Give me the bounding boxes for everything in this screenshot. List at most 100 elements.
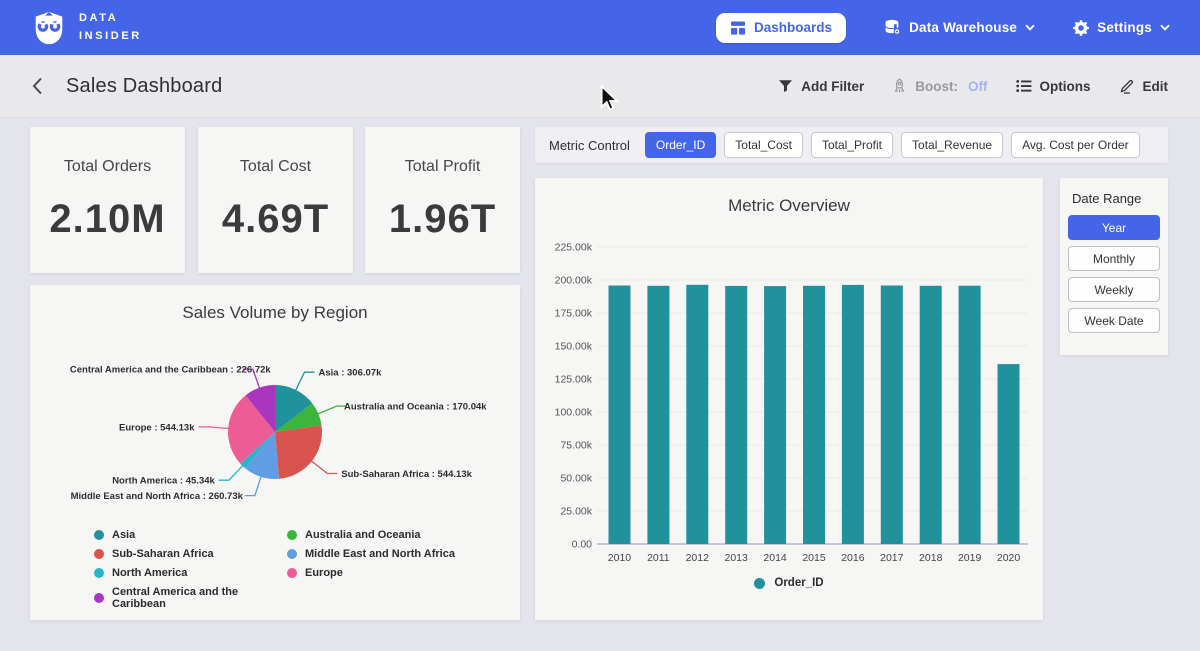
chevron-down-icon: [1160, 24, 1170, 31]
nav-menu: Dashboards Data Warehouse Settings: [716, 13, 1170, 43]
brand-text: DATA INSIDER: [79, 10, 142, 44]
filter-funnel-icon: [778, 79, 793, 93]
bar-2020[interactable]: [998, 364, 1020, 544]
kpi-value: 4.69T: [222, 197, 329, 242]
legend-dot: [287, 530, 297, 540]
settings-menu[interactable]: Settings: [1073, 20, 1170, 36]
add-filter-button[interactable]: Add Filter: [778, 79, 864, 94]
x-axis-tick-label: 2020: [997, 552, 1021, 564]
pie-callout-line: [245, 476, 261, 496]
bar-2015[interactable]: [803, 286, 825, 544]
pencil-icon: [1119, 78, 1135, 94]
database-icon: [884, 19, 901, 36]
kpi-card-total-profit: Total Profit 1.96T: [365, 127, 520, 273]
legend-dot: [287, 549, 297, 559]
date-range-button-year[interactable]: Year: [1068, 215, 1160, 240]
boost-toggle[interactable]: Boost: Off: [892, 78, 987, 94]
edit-button[interactable]: Edit: [1119, 78, 1169, 94]
legend-item[interactable]: Central America and the Caribbean: [94, 586, 287, 610]
pie-callout-label-europe: Europe : 544.13k: [119, 422, 195, 433]
pie-callout-label-australia-and-oceania: Australia and Oceania : 170.04k: [344, 402, 487, 413]
y-axis-tick-label: 225.00k: [555, 242, 593, 254]
back-button[interactable]: [32, 77, 43, 95]
owl-logo-icon: [30, 10, 68, 46]
bar-2010[interactable]: [609, 286, 631, 545]
bar-chart-legend[interactable]: Order_ID: [535, 577, 1043, 589]
kpi-label: Total Orders: [64, 158, 151, 176]
bar-2018[interactable]: [920, 286, 942, 544]
dashboard-grid-icon: [730, 20, 746, 36]
bar-2013[interactable]: [725, 286, 747, 544]
y-axis-tick-label: 175.00k: [555, 308, 593, 320]
data-warehouse-label: Data Warehouse: [909, 20, 1017, 35]
metric-button-total-revenue[interactable]: Total_Revenue: [901, 132, 1003, 158]
pie-callout-label-central-america-and-the-caribbean: Central America and the Caribbean : 226.…: [70, 365, 272, 376]
bar-2017[interactable]: [881, 286, 903, 545]
kpi-card-total-cost: Total Cost 4.69T: [198, 127, 353, 273]
y-axis-tick-label: 0.00: [572, 539, 593, 551]
pie-callout-line: [219, 465, 243, 480]
boost-state: Off: [968, 79, 988, 94]
legend-dot: [94, 530, 104, 540]
boost-label: Boost:: [915, 79, 958, 94]
pie-callout-line: [199, 427, 230, 429]
date-range-button-weekly[interactable]: Weekly: [1068, 277, 1160, 302]
y-axis-tick-label: 200.00k: [555, 275, 593, 287]
kpi-card-total-orders: Total Orders 2.10M: [30, 127, 185, 273]
metric-button-order-id[interactable]: Order_ID: [645, 132, 716, 158]
legend-dot: [287, 568, 297, 578]
page-title: Sales Dashboard: [66, 75, 222, 98]
legend-item[interactable]: North America: [94, 567, 287, 579]
options-button[interactable]: Options: [1016, 79, 1091, 94]
date-range-button-week-date[interactable]: Week Date: [1068, 308, 1160, 333]
x-axis-tick-label: 2018: [919, 552, 943, 564]
legend-dot: [94, 568, 104, 578]
legend-dot: [94, 593, 104, 603]
x-axis-tick-label: 2010: [608, 552, 632, 564]
metric-button-avg-cost-per-order[interactable]: Avg. Cost per Order: [1011, 132, 1140, 158]
y-axis-tick-label: 75.00k: [560, 440, 592, 452]
metric-button-total-cost[interactable]: Total_Cost: [724, 132, 803, 158]
chevron-down-icon: [1025, 24, 1035, 31]
dashboards-label: Dashboards: [754, 20, 832, 35]
pie-callout-label-middle-east-and-north-africa: Middle East and North Africa : 260.73k: [71, 491, 244, 502]
pie-callout-label-sub-saharan-africa: Sub-Saharan Africa : 544.13k: [341, 469, 472, 480]
data-warehouse-menu[interactable]: Data Warehouse: [884, 19, 1035, 36]
legend-item[interactable]: Asia: [94, 529, 287, 541]
kpi-label: Total Profit: [405, 158, 481, 176]
metric-button-total-profit[interactable]: Total_Profit: [811, 132, 893, 158]
y-axis-tick-label: 100.00k: [555, 407, 593, 419]
legend-item[interactable]: Europe: [287, 567, 487, 579]
legend-item[interactable]: Sub-Saharan Africa: [94, 548, 287, 560]
date-range-panel: Date Range Year Monthly Weekly Week Date: [1060, 178, 1168, 355]
kpi-label: Total Cost: [240, 158, 311, 176]
date-range-button-monthly[interactable]: Monthly: [1068, 246, 1160, 271]
brand[interactable]: DATA INSIDER: [30, 10, 142, 46]
page-header: Sales Dashboard Add Filter Boost: Off Opt…: [0, 55, 1200, 118]
x-axis-tick-label: 2016: [841, 552, 865, 564]
sales-volume-by-region-panel: Sales Volume by Region Asia : 306.07kAus…: [30, 285, 520, 620]
bar-2014[interactable]: [764, 286, 786, 544]
legend-item[interactable]: Australia and Oceania: [287, 529, 487, 541]
dashboards-button[interactable]: Dashboards: [716, 13, 846, 43]
pie-callout-line: [317, 406, 346, 414]
gear-icon: [1073, 20, 1089, 36]
x-axis-tick-label: 2019: [958, 552, 982, 564]
legend-dot: [754, 578, 765, 589]
metric-overview-panel: Metric Overview 0.0025.00k50.00k75.00k10…: [535, 178, 1043, 620]
y-axis-tick-label: 50.00k: [560, 473, 592, 485]
bar-2012[interactable]: [686, 285, 708, 544]
x-axis-tick-label: 2015: [802, 552, 826, 564]
x-axis-tick-label: 2012: [686, 552, 710, 564]
kpi-value: 1.96T: [389, 197, 496, 242]
pie-callout-label-north-america: North America : 45.34k: [112, 476, 215, 487]
pie-callout-line: [295, 372, 314, 391]
bar-2011[interactable]: [647, 286, 669, 544]
pie-slice-sub-saharan-africa[interactable]: [275, 425, 322, 479]
bar-2019[interactable]: [959, 286, 981, 544]
settings-label: Settings: [1097, 20, 1152, 35]
bar-2016[interactable]: [842, 285, 864, 544]
bar-chart: 0.0025.00k50.00k75.00k100.00k125.00k150.…: [535, 178, 1043, 620]
legend-item[interactable]: Middle East and North Africa: [287, 548, 487, 560]
metric-control-label: Metric Control: [549, 138, 630, 153]
